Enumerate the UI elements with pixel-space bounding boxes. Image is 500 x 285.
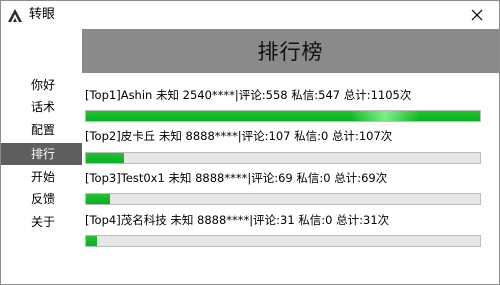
title-bar[interactable]: 转眼 (1, 1, 499, 29)
sidebar-item-start[interactable]: 开始 (1, 166, 82, 188)
sidebar-item-hello[interactable]: 你好 (1, 74, 82, 96)
app-logo-icon (7, 7, 23, 23)
rank-entry-1-progress-fill (86, 111, 480, 121)
sidebar-item-config[interactable]: 配置 (1, 119, 82, 141)
rank-entry-4-progress-fill (86, 236, 98, 246)
rank-entry-2-label: [Top2]皮卡丘 未知 8888****|评论:107 私信:0 总计:107… (85, 129, 393, 143)
close-icon (471, 6, 483, 25)
sidebar-item-ranking[interactable]: 排行 (1, 143, 82, 165)
page-title: 排行榜 (257, 40, 324, 64)
rank-entry-4-label: [Top4]茂名科技 未知 8888****|评论:31 私信:0 总计:31次 (85, 213, 390, 227)
page-header: 排行榜 (82, 29, 499, 73)
rank-entry-3-label: [Top3]Test0x1 未知 8888****|评论:69 私信:0 总计:… (85, 171, 388, 185)
rank-entry-4-progress (85, 235, 481, 247)
rank-entry-2-progress (85, 152, 481, 164)
rank-entry-1-label: [Top1]Ashin 未知 2540****|评论:558 私信:547 总计… (85, 88, 412, 102)
close-button[interactable] (455, 1, 499, 29)
sidebar-item-scripts[interactable]: 话术 (1, 96, 82, 118)
app-window: 转眼 你好 话术 配置 排行 开始 反馈 关于 排行榜 [Top1]Ashin … (0, 0, 500, 285)
sidebar-item-feedback[interactable]: 反馈 (1, 188, 82, 210)
rank-entry-3-progress-fill (86, 194, 111, 204)
rank-entry-2-progress-fill (86, 153, 125, 163)
rank-entry-1-progress (85, 110, 481, 122)
rank-entry-3-progress (85, 193, 481, 205)
sidebar-item-about[interactable]: 关于 (1, 211, 82, 233)
window-title: 转眼 (29, 7, 56, 22)
sidebar-nav: 你好 话术 配置 排行 开始 反馈 关于 (1, 29, 82, 284)
